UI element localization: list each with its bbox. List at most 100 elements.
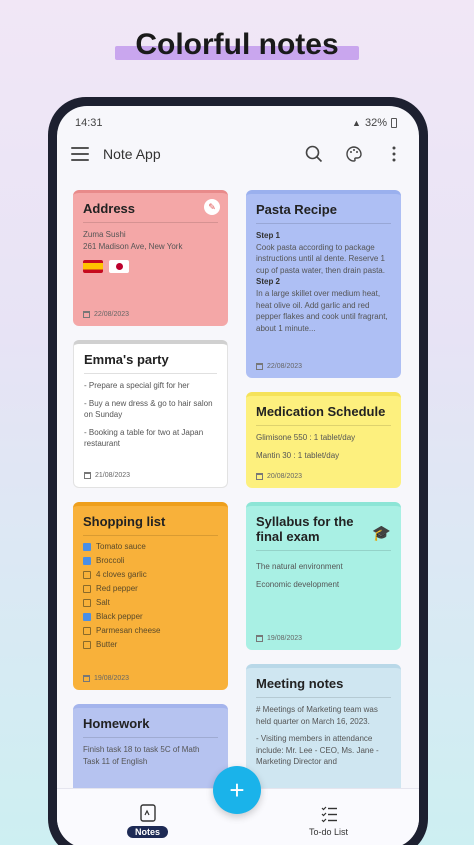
checkbox[interactable] (83, 598, 91, 607)
checklist-item[interactable]: Broccoli (83, 556, 218, 565)
app-title: Note App (103, 146, 161, 162)
list-item: Glimisone 550 : 1 tablet/day (256, 433, 356, 442)
calendar-icon (83, 311, 90, 318)
note-date: 19/08/2023 (83, 675, 129, 682)
phone-screen: 14:31 ▲ 32% Note App ✎ Address Zuma Sush… (57, 106, 419, 845)
app-bar: Note App (57, 132, 419, 176)
calendar-icon (84, 472, 91, 479)
note-card-homework[interactable]: Homework Finish task 18 to task 5C of Ma… (73, 704, 228, 794)
spain-flag-icon (83, 260, 103, 274)
note-step: Step 2 (256, 277, 281, 287)
headline-text: Colorful notes (121, 28, 353, 62)
note-title: Shopping list (83, 514, 218, 536)
status-bar: 14:31 ▲ 32% (57, 106, 419, 132)
checklist-item-label: Tomato sauce (96, 542, 146, 551)
checklist-item-label: Red pepper (96, 584, 138, 593)
list-item: The natural environment (256, 562, 343, 571)
note-card-syllabus[interactable]: Syllabus for the final exam 🎓 The natura… (246, 502, 401, 650)
plus-icon: + (229, 774, 245, 805)
note-card-party[interactable]: Emma's party - Prepare a special gift fo… (73, 340, 228, 488)
note-date-text: 20/08/2023 (267, 473, 303, 480)
palette-icon[interactable] (343, 143, 365, 165)
note-date: 20/08/2023 (256, 473, 302, 480)
more-options-icon[interactable] (383, 143, 405, 165)
checkbox[interactable] (83, 584, 91, 593)
checkbox[interactable] (83, 640, 91, 649)
note-text: Zuma Sushi (83, 230, 126, 239)
note-card-address[interactable]: ✎ Address Zuma Sushi 261 Madison Ave, Ne… (73, 190, 228, 326)
list-item: - Buy a new dress & go to hair salon on … (84, 398, 213, 420)
checklist-item[interactable]: Parmesan cheese (83, 626, 218, 635)
list-item: - Prepare a special gift for her (84, 381, 190, 390)
checklist-item-label: Parmesan cheese (96, 626, 161, 635)
notes-column-left: ✎ Address Zuma Sushi 261 Madison Ave, Ne… (73, 190, 228, 808)
note-step: Step 1 (256, 231, 281, 240)
checklist-item-label: Butter (96, 640, 118, 649)
note-date: 22/08/2023 (83, 311, 129, 318)
note-text: Finish task 18 to task 5C of Math Task 1… (83, 745, 200, 766)
checklist-item[interactable]: Butter (83, 640, 218, 649)
checklist-item[interactable]: Black pepper (83, 612, 218, 621)
note-icon (139, 803, 157, 823)
checkbox[interactable] (83, 542, 91, 551)
note-card-medication[interactable]: Medication Schedule Glimisone 550 : 1 ta… (246, 392, 401, 488)
notes-grid: ✎ Address Zuma Sushi 261 Madison Ave, Ne… (73, 190, 401, 810)
note-date: 22/08/2023 (256, 363, 302, 370)
note-date: 21/08/2023 (84, 472, 130, 479)
checkbox[interactable] (83, 570, 91, 579)
checkbox[interactable] (83, 556, 91, 565)
phone-frame: 14:31 ▲ 32% Note App ✎ Address Zuma Sush… (48, 97, 428, 845)
note-card-pasta[interactable]: Pasta Recipe Step 1 Cook pasta according… (246, 190, 401, 378)
checklist-item[interactable]: Tomato sauce (83, 542, 218, 551)
list-item: Mantin 30 : 1 tablet/day (256, 450, 340, 460)
checklist-item-label: 4 cloves garlic (96, 570, 147, 579)
note-date: 19/08/2023 (256, 635, 302, 642)
nav-todo[interactable]: To-do List (238, 789, 419, 845)
note-title: Pasta Recipe (256, 202, 391, 224)
note-title: Homework (83, 716, 218, 738)
status-time: 14:31 (75, 117, 103, 129)
graduation-cap-icon: 🎓 (372, 525, 391, 542)
pin-icon[interactable]: ✎ (204, 199, 220, 215)
battery-icon (391, 118, 397, 128)
calendar-icon (256, 363, 263, 370)
list-item: - Booking a table for two at Japan resta… (84, 427, 204, 449)
menu-icon[interactable] (71, 147, 89, 161)
calendar-icon (83, 675, 90, 682)
headline: Colorful notes (0, 28, 474, 62)
notes-column-right: Pasta Recipe Step 1 Cook pasta according… (246, 190, 401, 818)
note-text: In a large skillet over medium heat, hea… (256, 288, 388, 333)
calendar-icon (256, 473, 263, 480)
list-item: Economic development (256, 579, 340, 589)
nav-notes-label: Notes (126, 826, 168, 838)
checklist-item-label: Black pepper (96, 612, 143, 621)
signal-icon: ▲ (352, 118, 361, 128)
note-text: # Meetings of Marketing team was held qu… (256, 705, 378, 726)
checklist-item[interactable]: Red pepper (83, 584, 218, 593)
japan-flag-icon (109, 260, 129, 274)
checklist-item[interactable]: 4 cloves garlic (83, 570, 218, 579)
note-title: Address (83, 201, 218, 223)
note-date-text: 21/08/2023 (95, 472, 131, 479)
note-date-text: 19/08/2023 (267, 635, 303, 642)
note-card-shopping[interactable]: Shopping list Tomato sauce Broccoli 4 clov… (73, 502, 228, 690)
note-text: Cook pasta according to package instruct… (256, 242, 385, 275)
battery-level: 32% (364, 117, 387, 129)
note-title: Medication Schedule (256, 404, 391, 426)
search-icon[interactable] (303, 143, 325, 165)
checklist-icon (320, 804, 338, 824)
checklist-item-label: Salt (96, 598, 110, 607)
nav-todo-label: To-do List (308, 827, 349, 837)
note-card-meeting[interactable]: Meeting notes # Meetings of Marketing te… (246, 664, 401, 804)
note-date-text: 19/08/2023 (94, 675, 130, 682)
note-text: - Visiting members in attendance include… (256, 734, 379, 767)
nav-notes[interactable]: Notes (57, 789, 238, 845)
checkbox[interactable] (83, 626, 91, 635)
note-date-text: 22/08/2023 (267, 363, 303, 370)
add-note-button[interactable]: + (213, 766, 261, 814)
checkbox[interactable] (83, 612, 91, 621)
calendar-icon (256, 635, 263, 642)
note-text: 261 Madison Ave, New York (83, 241, 183, 251)
checklist-item[interactable]: Salt (83, 598, 218, 607)
checklist-item-label: Broccoli (96, 556, 125, 565)
